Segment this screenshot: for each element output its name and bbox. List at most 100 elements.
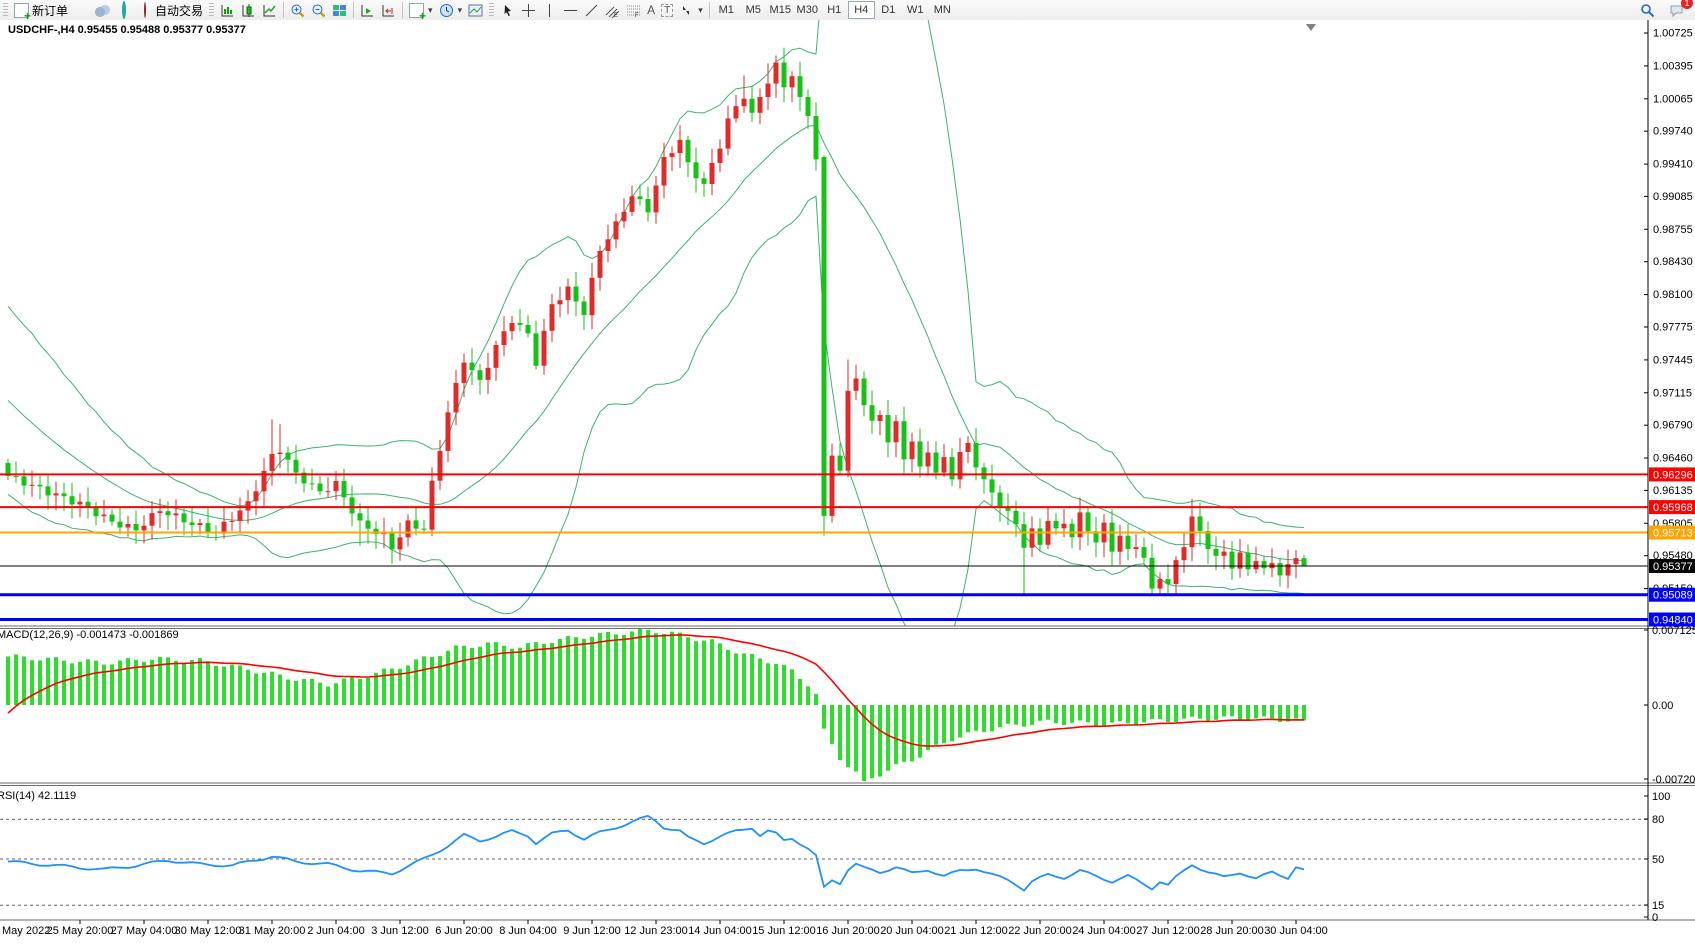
line-chart-icon xyxy=(262,3,277,18)
timeframe-button-h4[interactable]: H4 xyxy=(848,1,875,19)
chart-window: 1.007251.003951.000650.997400.994100.990… xyxy=(0,20,1695,946)
auto-scroll-button[interactable] xyxy=(357,1,378,19)
macd-histogram-bar xyxy=(886,705,890,771)
candle-body xyxy=(662,157,667,186)
macd-histogram-bar xyxy=(94,661,98,705)
cleanup-button[interactable] xyxy=(71,1,92,19)
candlestick-chart-button[interactable] xyxy=(238,1,259,19)
candle xyxy=(1022,512,1027,596)
chart-shift-marker[interactable] xyxy=(1306,24,1316,31)
macd-histogram-bar xyxy=(174,661,178,705)
macd-histogram-bar xyxy=(1022,705,1026,727)
macd-histogram-bar xyxy=(590,637,594,705)
zoom-in-button[interactable] xyxy=(287,1,308,19)
candle-body xyxy=(286,453,291,460)
mt4-window: + 新订单 自动交易 xyxy=(0,0,1695,946)
bar-chart-button[interactable] xyxy=(217,1,238,19)
candlestick-chart-icon xyxy=(241,3,256,18)
candle-body xyxy=(1054,521,1059,528)
search-button[interactable] xyxy=(1637,1,1658,19)
chart-shift-button[interactable] xyxy=(378,1,399,19)
macd-histogram-bar xyxy=(46,658,50,705)
candle-body xyxy=(702,178,707,184)
candle xyxy=(366,507,371,544)
macd-histogram-bar xyxy=(214,666,218,705)
arrows-tool-button[interactable]: ▾ xyxy=(676,1,706,19)
indicators-button[interactable]: + ▾ xyxy=(406,1,436,19)
price-axis-tick-label: 0.96460 xyxy=(1653,453,1693,465)
fibonacci-tool-button[interactable]: F xyxy=(623,1,644,19)
candle-body xyxy=(430,481,435,530)
macd-histogram-bar xyxy=(350,677,354,705)
cursor-tool-button[interactable] xyxy=(497,1,518,19)
auto-trading-button[interactable]: 自动交易 xyxy=(134,1,206,19)
macd-histogram-bar xyxy=(422,656,426,705)
text-label-tool-button[interactable]: T xyxy=(658,1,676,19)
time-axis-tick-label: 8 Jun 04:00 xyxy=(499,925,557,937)
candle xyxy=(710,149,715,196)
candle-body xyxy=(270,454,275,471)
text-tool-button[interactable]: A xyxy=(644,1,658,19)
macd-histogram-bar xyxy=(502,646,506,705)
periods-button[interactable]: ▾ xyxy=(436,1,466,19)
candle-body xyxy=(910,442,915,460)
candle xyxy=(998,485,1003,522)
equidistant-channel-tool-button[interactable]: E xyxy=(602,1,623,19)
macd-histogram-bar xyxy=(902,705,906,762)
horizontal-line-tool-button[interactable] xyxy=(560,1,581,19)
timeframe-button-m5[interactable]: M5 xyxy=(740,1,767,19)
candle xyxy=(982,463,987,494)
candle-body xyxy=(686,140,691,162)
macd-panel[interactable] xyxy=(6,628,1306,781)
timeframe-button-mn[interactable]: MN xyxy=(929,1,956,19)
macd-histogram-bar xyxy=(270,672,274,705)
new-order-button[interactable]: + 新订单 xyxy=(11,1,71,19)
timeframe-button-m15[interactable]: M15 xyxy=(767,1,794,19)
vertical-line-tool-button[interactable] xyxy=(539,1,560,19)
timeframe-button-d1[interactable]: D1 xyxy=(875,1,902,19)
candle-body xyxy=(38,485,43,487)
chart-canvas[interactable]: 1.007251.003951.000650.997400.994100.990… xyxy=(0,20,1695,946)
timeframe-button-h1[interactable]: H1 xyxy=(821,1,848,19)
candle-body xyxy=(358,513,363,520)
publish-button[interactable] xyxy=(92,1,113,19)
line-chart-button[interactable] xyxy=(259,1,280,19)
macd-histogram-bar xyxy=(126,658,130,705)
candle-body xyxy=(710,163,715,184)
main-panel[interactable] xyxy=(0,20,1648,654)
candle-body xyxy=(62,493,67,496)
price-label-text: 0.94840 xyxy=(1653,615,1693,627)
macd-axis-tick-label: 0.007125 xyxy=(1652,625,1695,637)
tile-windows-button[interactable] xyxy=(329,1,350,19)
macd-histogram-bar xyxy=(638,628,642,705)
trendline-tool-button[interactable] xyxy=(581,1,602,19)
candle-body xyxy=(566,287,571,301)
macd-histogram-bar xyxy=(982,705,986,732)
candle xyxy=(126,516,131,537)
candle xyxy=(1038,518,1043,551)
candle-body xyxy=(1174,560,1179,584)
timeframe-button-m30[interactable]: M30 xyxy=(794,1,821,19)
candle-body xyxy=(590,278,595,315)
candle xyxy=(406,514,411,546)
templates-button[interactable] xyxy=(465,1,486,19)
macd-histogram-bar xyxy=(182,663,186,706)
candle-body xyxy=(342,481,347,497)
crosshair-tool-button[interactable] xyxy=(518,1,539,19)
toolbar-drag-handle[interactable] xyxy=(3,3,8,17)
timeframe-button-m1[interactable]: M1 xyxy=(713,1,740,19)
signals-button[interactable] xyxy=(113,1,134,19)
candle xyxy=(1278,558,1283,587)
zoom-out-button[interactable] xyxy=(308,1,329,19)
toolbar-drag-handle[interactable] xyxy=(489,3,494,17)
rsi-panel[interactable] xyxy=(0,816,1648,905)
candle-body xyxy=(230,521,235,522)
candle xyxy=(654,176,659,224)
toolbar-drag-handle[interactable] xyxy=(209,3,214,17)
candle-body xyxy=(366,521,371,529)
candle-body xyxy=(1278,563,1283,575)
timeframe-button-w1[interactable]: W1 xyxy=(902,1,929,19)
macd-histogram-bar xyxy=(1134,705,1138,725)
chat-button[interactable]: 1 xyxy=(1666,1,1687,19)
candle-body xyxy=(798,76,803,97)
